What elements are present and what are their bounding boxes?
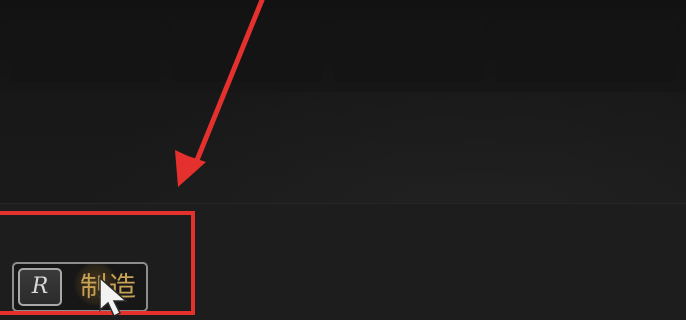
band-cell (496, 20, 676, 82)
game-screen: R 制造 (0, 0, 686, 320)
dark-header-band (0, 0, 686, 92)
mouse-cursor-icon (99, 276, 128, 318)
band-cell (334, 20, 484, 82)
band-cell (172, 20, 322, 82)
band-cell (10, 20, 160, 82)
